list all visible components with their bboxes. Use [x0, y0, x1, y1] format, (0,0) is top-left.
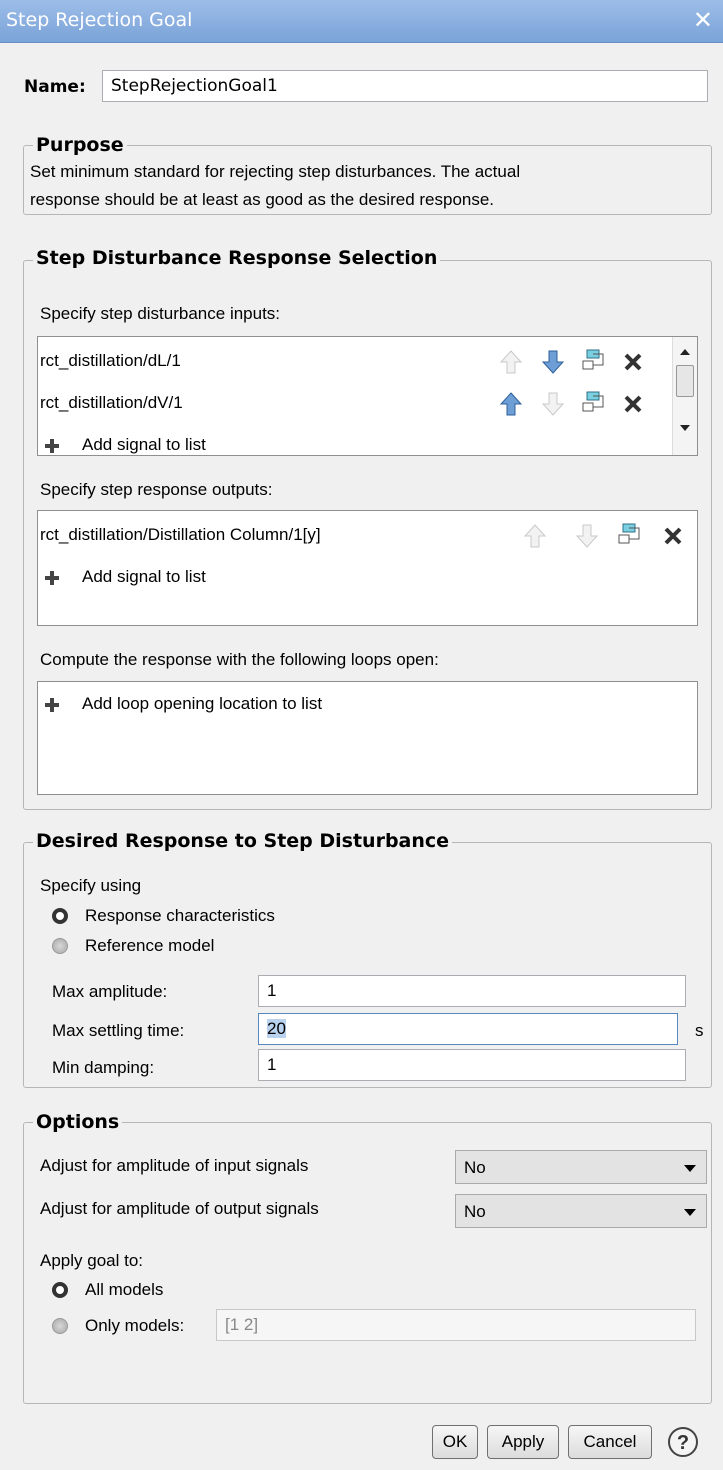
add-signal-row[interactable]: Add signal to list [40, 435, 440, 455]
input-adjust-label: Adjust for amplitude of input signals [40, 1156, 309, 1175]
ok-button[interactable]: OK [432, 1425, 478, 1459]
move-up-icon-disabled [500, 350, 522, 374]
radio-characteristics-label: Response characteristics [85, 906, 275, 925]
purpose-legend: Purpose [33, 134, 127, 156]
scroll-down-icon[interactable] [680, 425, 690, 431]
scroll-up-icon[interactable] [680, 349, 690, 355]
outputs-label: Specify step response outputs: [40, 480, 273, 499]
select-signal-icon[interactable] [582, 391, 606, 415]
title-bar: Step Rejection Goal ✕ [0, 0, 723, 43]
output-adjust-dropdown[interactable]: No [455, 1194, 707, 1228]
move-up-icon-disabled [524, 524, 546, 548]
delete-icon[interactable] [622, 351, 644, 373]
inputs-label: Specify step disturbance inputs: [40, 304, 281, 323]
max-settling-time-label: Max settling time: [52, 1021, 185, 1040]
help-icon[interactable]: ? [667, 1426, 699, 1458]
output-adjust-value: No [464, 1202, 486, 1221]
output-adjust-label: Adjust for amplitude of output signals [40, 1199, 319, 1218]
scroll-thumb[interactable] [676, 365, 694, 397]
only-models-input[interactable]: [1 2] [216, 1309, 696, 1341]
radio-selected-icon [52, 1282, 68, 1298]
list-item[interactable]: rct_distillation/dL/1 [40, 349, 660, 381]
plus-icon [45, 571, 59, 585]
loops-label: Compute the response with the following … [40, 650, 439, 669]
add-loop-row[interactable]: Add loop opening location to list [40, 694, 540, 718]
specify-using-label: Specify using [40, 876, 142, 895]
input-signal-name: rct_distillation/dL/1 [40, 351, 181, 370]
svg-text:?: ? [677, 1432, 689, 1454]
selection-legend: Step Disturbance Response Selection [33, 247, 441, 269]
input-adjust-dropdown[interactable]: No [455, 1150, 707, 1184]
add-loop-label: Add loop opening location to list [82, 694, 323, 713]
list-item[interactable]: rct_distillation/dV/1 [40, 391, 660, 423]
outputs-list[interactable]: rct_distillation/Distillation Column/1[y… [37, 510, 698, 626]
settling-unit-label: s [695, 1021, 704, 1040]
move-down-icon-disabled [542, 392, 564, 416]
move-up-icon[interactable] [500, 391, 522, 417]
min-damping-label: Min damping: [52, 1058, 155, 1077]
name-label: Name: [24, 77, 86, 97]
input-adjust-value: No [464, 1158, 486, 1177]
purpose-text-line2: response should be at least as good as t… [30, 190, 495, 209]
add-signal-label: Add signal to list [82, 567, 206, 586]
radio-only-models[interactable]: Only models: [52, 1316, 212, 1340]
output-signal-name: rct_distillation/Distillation Column/1[y… [40, 525, 321, 544]
move-down-icon[interactable] [542, 349, 564, 375]
cancel-button[interactable]: Cancel [568, 1425, 652, 1459]
inputs-list-content: rct_distillation/dL/1 rct_distillation/d… [38, 337, 670, 455]
name-input[interactable]: StepRejectionGoal1 [102, 70, 708, 102]
apply-button[interactable]: Apply [487, 1425, 559, 1459]
inputs-list[interactable]: rct_distillation/dL/1 rct_distillation/d… [37, 336, 698, 456]
input-signal-name: rct_distillation/dV/1 [40, 393, 183, 412]
select-signal-icon[interactable] [582, 349, 606, 373]
plus-icon [45, 439, 59, 453]
delete-icon[interactable] [622, 393, 644, 415]
radio-reference-label: Reference model [85, 936, 215, 955]
radio-all-models[interactable]: All models [52, 1280, 252, 1304]
add-signal-label: Add signal to list [82, 435, 206, 454]
scrollbar[interactable] [672, 337, 697, 455]
purpose-text-line1: Set minimum standard for rejecting step … [30, 162, 521, 181]
apply-goal-label: Apply goal to: [40, 1251, 144, 1270]
select-signal-icon[interactable] [618, 523, 642, 547]
min-damping-input[interactable]: 1 [258, 1049, 686, 1081]
max-amplitude-input[interactable]: 1 [258, 975, 686, 1007]
plus-icon [45, 698, 59, 712]
close-icon[interactable]: ✕ [693, 6, 713, 35]
radio-reference-model[interactable]: Reference model [52, 936, 352, 960]
radio-unselected-icon [52, 1318, 68, 1334]
window-title: Step Rejection Goal [6, 9, 193, 31]
max-amplitude-label: Max amplitude: [52, 982, 168, 1001]
add-signal-row[interactable]: Add signal to list [40, 567, 440, 591]
delete-icon[interactable] [662, 525, 684, 547]
max-settling-time-input[interactable]: 20 [258, 1013, 678, 1045]
selected-text: 20 [267, 1019, 286, 1038]
radio-response-characteristics[interactable]: Response characteristics [52, 906, 352, 930]
loops-list[interactable]: Add loop opening location to list [37, 681, 698, 795]
chevron-down-icon [684, 1165, 696, 1172]
options-legend: Options [33, 1111, 123, 1133]
all-models-label: All models [85, 1280, 164, 1299]
radio-selected-icon [52, 908, 68, 924]
list-item[interactable]: rct_distillation/Distillation Column/1[y… [40, 523, 690, 555]
desired-response-legend: Desired Response to Step Disturbance [33, 830, 453, 852]
only-models-label: Only models: [85, 1316, 185, 1335]
chevron-down-icon [684, 1209, 696, 1216]
move-down-icon-disabled [576, 524, 598, 548]
radio-unselected-icon [52, 938, 68, 954]
